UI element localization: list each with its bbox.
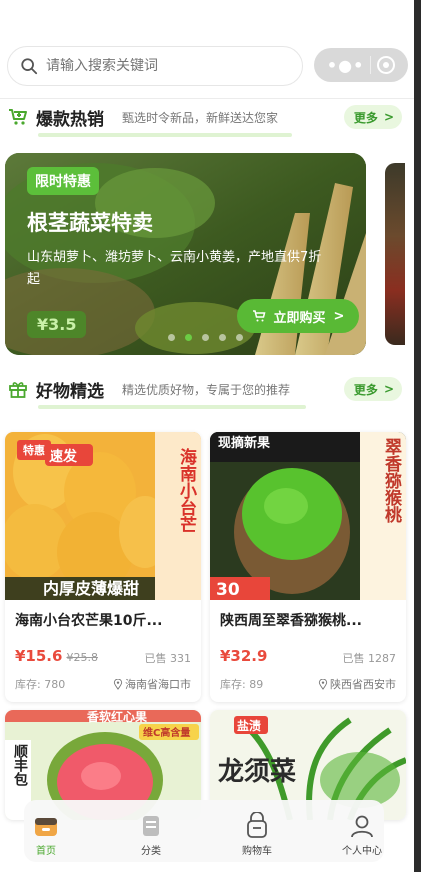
tab-home[interactable]: 首页 [10, 800, 82, 862]
buy-now-button[interactable]: 立即购买 > [237, 299, 359, 333]
guava-sub-text: 维C高含量 [143, 726, 190, 739]
bottom-tab-bar: 首页 分类 购物车 个人中心 [24, 800, 384, 862]
product-name: 海南小台农芒果10斤... [15, 613, 163, 629]
guava-top-text: 香软红心果 [86, 710, 147, 724]
cart-icon [247, 812, 267, 838]
mango-side-text: 海南小台芒 [176, 448, 196, 533]
discount-badge: 特惠 [17, 440, 51, 460]
hot-section-title: 爆款热销 [36, 109, 104, 130]
header-divider [0, 98, 414, 99]
carousel-dot[interactable] [219, 334, 226, 341]
product-price: ¥15.6 ¥25.8 [15, 647, 98, 665]
location-text: 海南省海口市 [125, 678, 191, 691]
category-icon [143, 816, 159, 836]
product-name: 陕西周至翠香猕猴桃... [220, 613, 362, 629]
user-icon [351, 815, 373, 838]
miniprogram-capsule[interactable]: •●• [314, 48, 408, 82]
picks-section-header: 好物精选 精选优质好物，专属于您的推荐 更多 > [8, 374, 408, 409]
product-price: ¥32.9 [220, 647, 267, 665]
gift-icon [9, 382, 27, 398]
chevron-right-icon: > [383, 382, 394, 396]
price-value: ¥32.9 [220, 647, 268, 665]
product-location: 陕西省西安市 [318, 676, 396, 692]
search-icon [21, 58, 38, 75]
carousel-dot[interactable] [202, 334, 209, 341]
mango-top-text: 速发 [49, 448, 78, 465]
carousel-dot-active[interactable] [185, 334, 192, 341]
next-banner-peek[interactable] [385, 163, 405, 345]
promo-banner[interactable]: 限时特惠 根茎蔬菜特卖 山东胡萝卜、潍坊萝卜、云南小黄姜，产地直供7折起 ¥3.… [5, 153, 366, 355]
location-pin-icon [318, 678, 328, 690]
picks-more-button[interactable]: 更多 > [343, 377, 402, 401]
mango-bottom-text: 内厚皮薄爆甜 [43, 579, 139, 598]
hot-section-header: 爆款热销 甄选时令新品，新鲜送达您家 更多 > [8, 102, 408, 137]
kiwi-side-text: 翠香猕猴桃 [381, 438, 401, 523]
buy-now-label: 立即购买 [273, 310, 326, 326]
hot-section-subtitle: 甄选时令新品，新鲜送达您家 [122, 110, 279, 125]
home-icon [35, 818, 57, 836]
capsule-divider [370, 56, 372, 74]
limited-offer-tag: 限时特惠 [27, 167, 99, 195]
guava-side-text: 顺丰包 [12, 744, 28, 786]
more-menu-icon[interactable]: •●• [327, 56, 364, 75]
product-card[interactable]: 现摘新果 30 翠香猕猴桃 陕西周至翠香猕猴桃... ¥32.9 已售 1287… [210, 432, 406, 702]
chevron-right-icon: > [383, 110, 394, 124]
search-bar[interactable] [7, 46, 303, 86]
hot-more-label: 更多 [353, 110, 378, 125]
banner-title: 根茎蔬菜特卖 [27, 211, 153, 235]
tab-profile-label: 个人中心 [342, 846, 382, 857]
cart-icon [9, 109, 27, 125]
product-card[interactable]: 速发 内厚皮薄爆甜 海南小台芒 特惠 海南小台农芒果10斤... ¥15.6 ¥2… [5, 432, 201, 702]
picks-section-subtitle: 精选优质好物，专属于您的推荐 [122, 382, 291, 397]
product-location: 海南省海口市 [113, 676, 191, 692]
carousel-dot[interactable] [168, 334, 175, 341]
picks-section-underline [38, 405, 306, 409]
hot-more-button[interactable]: 更多 > [343, 105, 402, 129]
stock-count: 库存: 780 [15, 678, 66, 691]
tab-home-label: 首页 [36, 846, 56, 857]
tab-category[interactable]: 分类 [115, 800, 187, 862]
banner-price: ¥3.5 [27, 311, 87, 338]
hot-section-underline [38, 133, 292, 137]
location-text: 陕西省西安市 [330, 678, 396, 691]
location-pin-icon [113, 678, 123, 690]
window-edge [414, 0, 421, 872]
carousel-indicators [168, 334, 243, 341]
carousel-dot[interactable] [236, 334, 243, 341]
sold-count: 已售 331 [144, 652, 192, 665]
kiwi-bottom-text: 30 [216, 580, 240, 600]
search-input[interactable] [46, 58, 276, 74]
banner-description: 山东胡萝卜、潍坊萝卜、云南小黄姜，产地直供7折起 [27, 250, 322, 287]
close-target-icon[interactable] [377, 56, 396, 74]
tab-cart[interactable]: 购物车 [221, 800, 293, 862]
cart-icon [252, 310, 265, 322]
veg-title-text: 龙须菜 [218, 757, 296, 787]
tab-cart-label: 购物车 [242, 846, 272, 857]
original-price: ¥25.8 [66, 651, 98, 664]
veg-tag-text: 盐渍 [237, 718, 261, 733]
picks-more-label: 更多 [353, 382, 378, 397]
stock-count: 库存: 89 [220, 678, 264, 691]
picks-section-title: 好物精选 [36, 381, 104, 402]
tab-category-label: 分类 [141, 846, 161, 857]
tab-profile[interactable]: 个人中心 [326, 800, 398, 862]
chevron-right-icon: > [333, 308, 345, 324]
price-value: ¥15.6 [15, 647, 63, 665]
sold-count: 已售 1287 [342, 652, 397, 665]
kiwi-top-text: 现摘新果 [218, 435, 270, 451]
